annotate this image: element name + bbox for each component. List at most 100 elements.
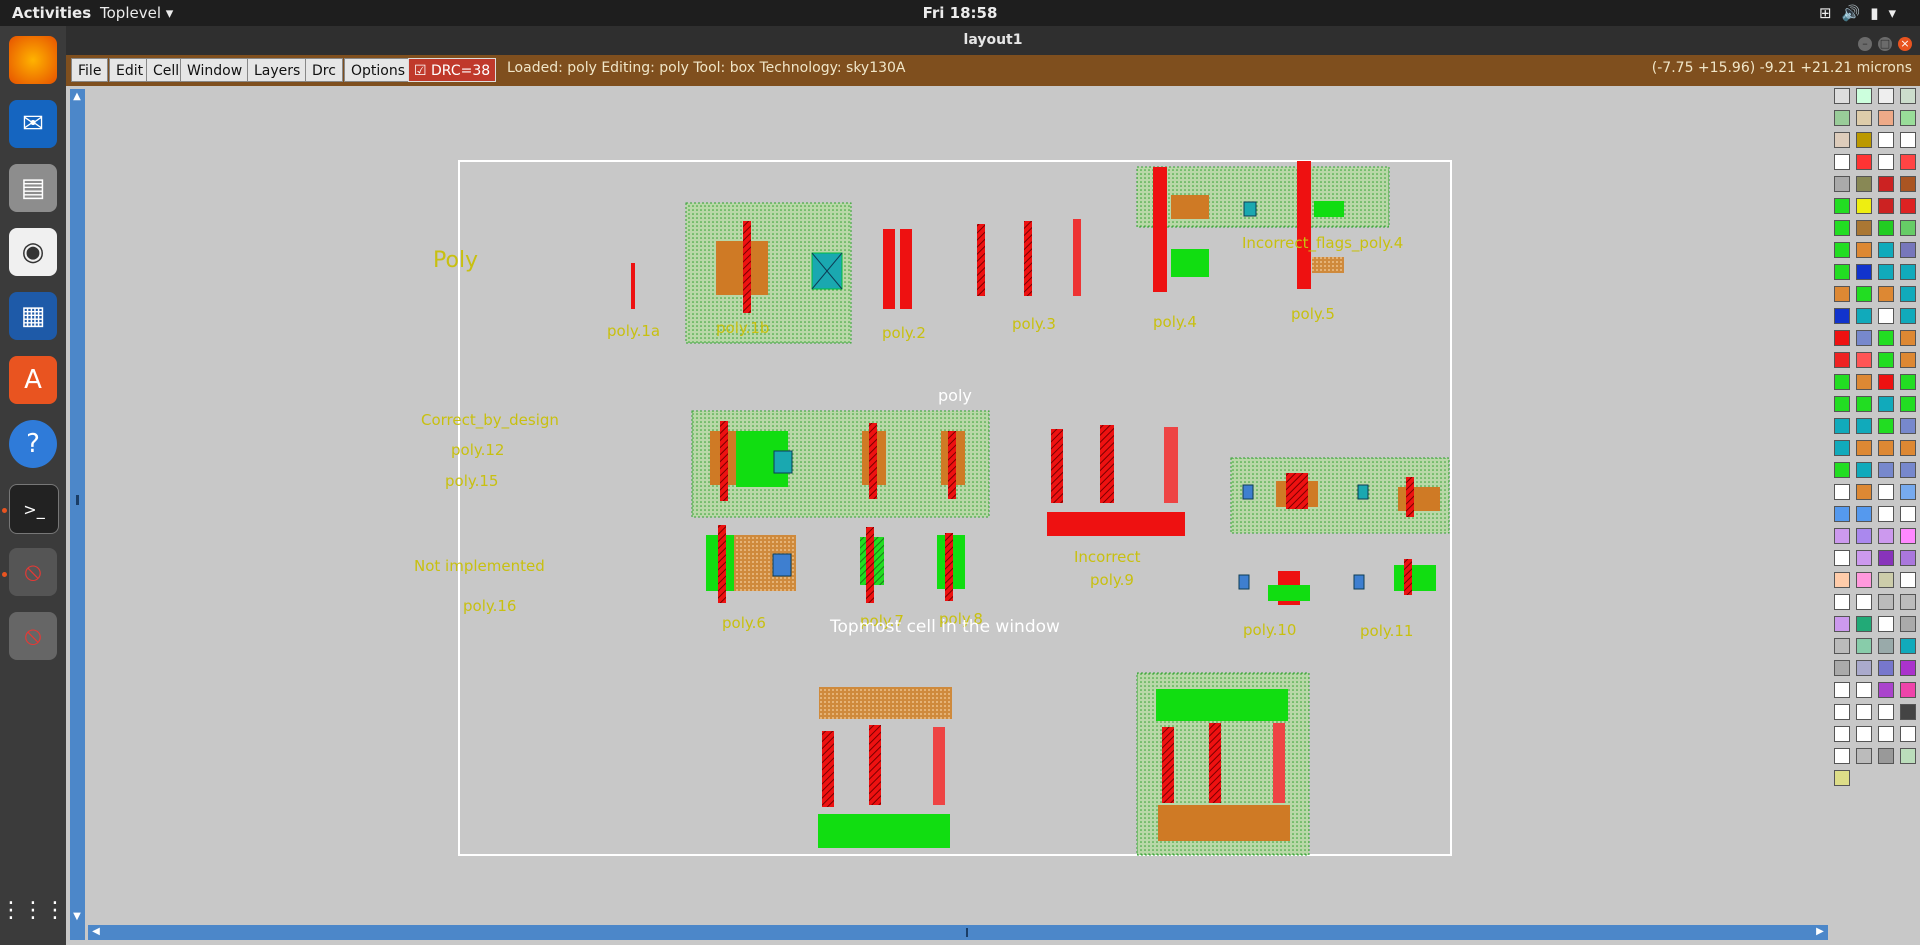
- layer-swatch[interactable]: [1856, 220, 1872, 236]
- layer-swatch[interactable]: [1900, 462, 1916, 478]
- poly-shape[interactable]: [933, 727, 945, 805]
- poly-shape[interactable]: [869, 423, 877, 499]
- diff-shape[interactable]: [1156, 689, 1288, 721]
- layer-swatch[interactable]: [1856, 550, 1872, 566]
- layer-swatch[interactable]: [1856, 176, 1872, 192]
- layer-swatch[interactable]: [1878, 462, 1894, 478]
- contact-shape[interactable]: [773, 450, 793, 474]
- layer-swatch[interactable]: [1834, 198, 1850, 214]
- arrow-down-icon[interactable]: ▼: [71, 911, 83, 923]
- layer-swatch[interactable]: [1834, 462, 1850, 478]
- layer-swatch[interactable]: [1834, 110, 1850, 126]
- layer-swatch[interactable]: [1900, 132, 1916, 148]
- layer-swatch[interactable]: [1900, 308, 1916, 324]
- layer-swatch[interactable]: [1878, 154, 1894, 170]
- menu-window[interactable]: Window: [180, 58, 250, 82]
- diff-shape[interactable]: [1268, 585, 1310, 601]
- firefox-icon[interactable]: [9, 36, 57, 84]
- layer-swatch[interactable]: [1856, 726, 1872, 742]
- layer-swatch[interactable]: [1834, 682, 1850, 698]
- layer-swatch[interactable]: [1900, 616, 1916, 632]
- magic-icon[interactable]: ⦸: [9, 548, 57, 596]
- contact-shape[interactable]: [1242, 484, 1254, 500]
- layer-swatch[interactable]: [1900, 220, 1916, 236]
- poly-shape[interactable]: [1162, 727, 1174, 803]
- layer-swatch[interactable]: [1878, 220, 1894, 236]
- layer-swatch[interactable]: [1878, 572, 1894, 588]
- layer-swatch[interactable]: [1900, 660, 1916, 676]
- layer-swatch[interactable]: [1878, 418, 1894, 434]
- scroll-thumb[interactable]: [76, 495, 79, 505]
- rhythmbox-icon[interactable]: ◉: [9, 228, 57, 276]
- layer-swatch[interactable]: [1834, 704, 1850, 720]
- menu-options[interactable]: Options: [344, 58, 413, 82]
- layer-swatch[interactable]: [1856, 748, 1872, 764]
- layer-swatch[interactable]: [1878, 528, 1894, 544]
- layer-swatch[interactable]: [1900, 704, 1916, 720]
- layer-swatch[interactable]: [1834, 506, 1850, 522]
- writer-icon[interactable]: ▦: [9, 292, 57, 340]
- layer-swatch[interactable]: [1834, 396, 1850, 412]
- layer-swatch[interactable]: [1856, 484, 1872, 500]
- diff-shape[interactable]: [1314, 201, 1344, 217]
- layer-swatch[interactable]: [1856, 308, 1872, 324]
- contact-shape[interactable]: [1238, 574, 1250, 590]
- layer-swatch[interactable]: [1900, 484, 1916, 500]
- help-icon[interactable]: ?: [9, 420, 57, 468]
- poly-shape[interactable]: [720, 421, 728, 501]
- layer-swatch[interactable]: [1856, 704, 1872, 720]
- layer-swatch[interactable]: [1834, 418, 1850, 434]
- layer-swatch[interactable]: [1856, 352, 1872, 368]
- layer-swatch[interactable]: [1900, 154, 1916, 170]
- magic-icon[interactable]: ⦸: [9, 612, 57, 660]
- layer-swatch[interactable]: [1900, 440, 1916, 456]
- layer-swatch[interactable]: [1834, 594, 1850, 610]
- layer-swatch[interactable]: [1834, 550, 1850, 566]
- layer-swatch[interactable]: [1856, 660, 1872, 676]
- layer-swatch[interactable]: [1900, 418, 1916, 434]
- layer-swatch[interactable]: [1834, 660, 1850, 676]
- clock[interactable]: Fri 18:58: [0, 4, 1920, 22]
- poly-shape[interactable]: [1100, 425, 1114, 503]
- menu-layers[interactable]: Layers: [247, 58, 308, 82]
- layer-swatch[interactable]: [1834, 220, 1850, 236]
- layer-swatch[interactable]: [1856, 286, 1872, 302]
- poly-shape[interactable]: [869, 725, 881, 805]
- layer-swatch[interactable]: [1834, 88, 1850, 104]
- system-tray[interactable]: ⊞🔊▮▾: [1819, 4, 1906, 22]
- layer-swatch[interactable]: [1834, 132, 1850, 148]
- layer-swatch[interactable]: [1878, 374, 1894, 390]
- diff-shape[interactable]: [818, 814, 950, 848]
- layer-swatch[interactable]: [1878, 242, 1894, 258]
- diff-shape[interactable]: [716, 241, 768, 295]
- layer-swatch[interactable]: [1878, 352, 1894, 368]
- layer-swatch[interactable]: [1900, 726, 1916, 742]
- poly-shape[interactable]: [900, 229, 912, 309]
- layer-swatch[interactable]: [1900, 286, 1916, 302]
- poly-shape[interactable]: [1406, 477, 1414, 517]
- layer-swatch[interactable]: [1834, 726, 1850, 742]
- arrow-up-icon[interactable]: ▲: [71, 91, 83, 103]
- menu-drc[interactable]: Drc: [305, 58, 343, 82]
- layer-swatch[interactable]: [1834, 638, 1850, 654]
- layer-swatch[interactable]: [1834, 308, 1850, 324]
- poly-shape[interactable]: [948, 431, 956, 499]
- poly-shape[interactable]: [883, 229, 895, 309]
- layer-palette[interactable]: [1830, 88, 1920, 788]
- poly-shape[interactable]: [1073, 219, 1081, 296]
- poly-shape[interactable]: [1273, 723, 1285, 803]
- layer-swatch[interactable]: [1834, 484, 1850, 500]
- layer-swatch[interactable]: [1900, 594, 1916, 610]
- layer-swatch[interactable]: [1900, 110, 1916, 126]
- layer-swatch[interactable]: [1834, 264, 1850, 280]
- layer-swatch[interactable]: [1900, 176, 1916, 192]
- layer-swatch[interactable]: [1878, 550, 1894, 566]
- layer-swatch[interactable]: [1878, 704, 1894, 720]
- layer-swatch[interactable]: [1900, 330, 1916, 346]
- layer-swatch[interactable]: [1856, 154, 1872, 170]
- layer-swatch[interactable]: [1900, 264, 1916, 280]
- minimize-icon[interactable]: –: [1858, 37, 1872, 51]
- show-apps-icon[interactable]: ⋮⋮⋮: [0, 886, 66, 934]
- poly-shape[interactable]: [822, 731, 834, 807]
- layer-swatch[interactable]: [1834, 286, 1850, 302]
